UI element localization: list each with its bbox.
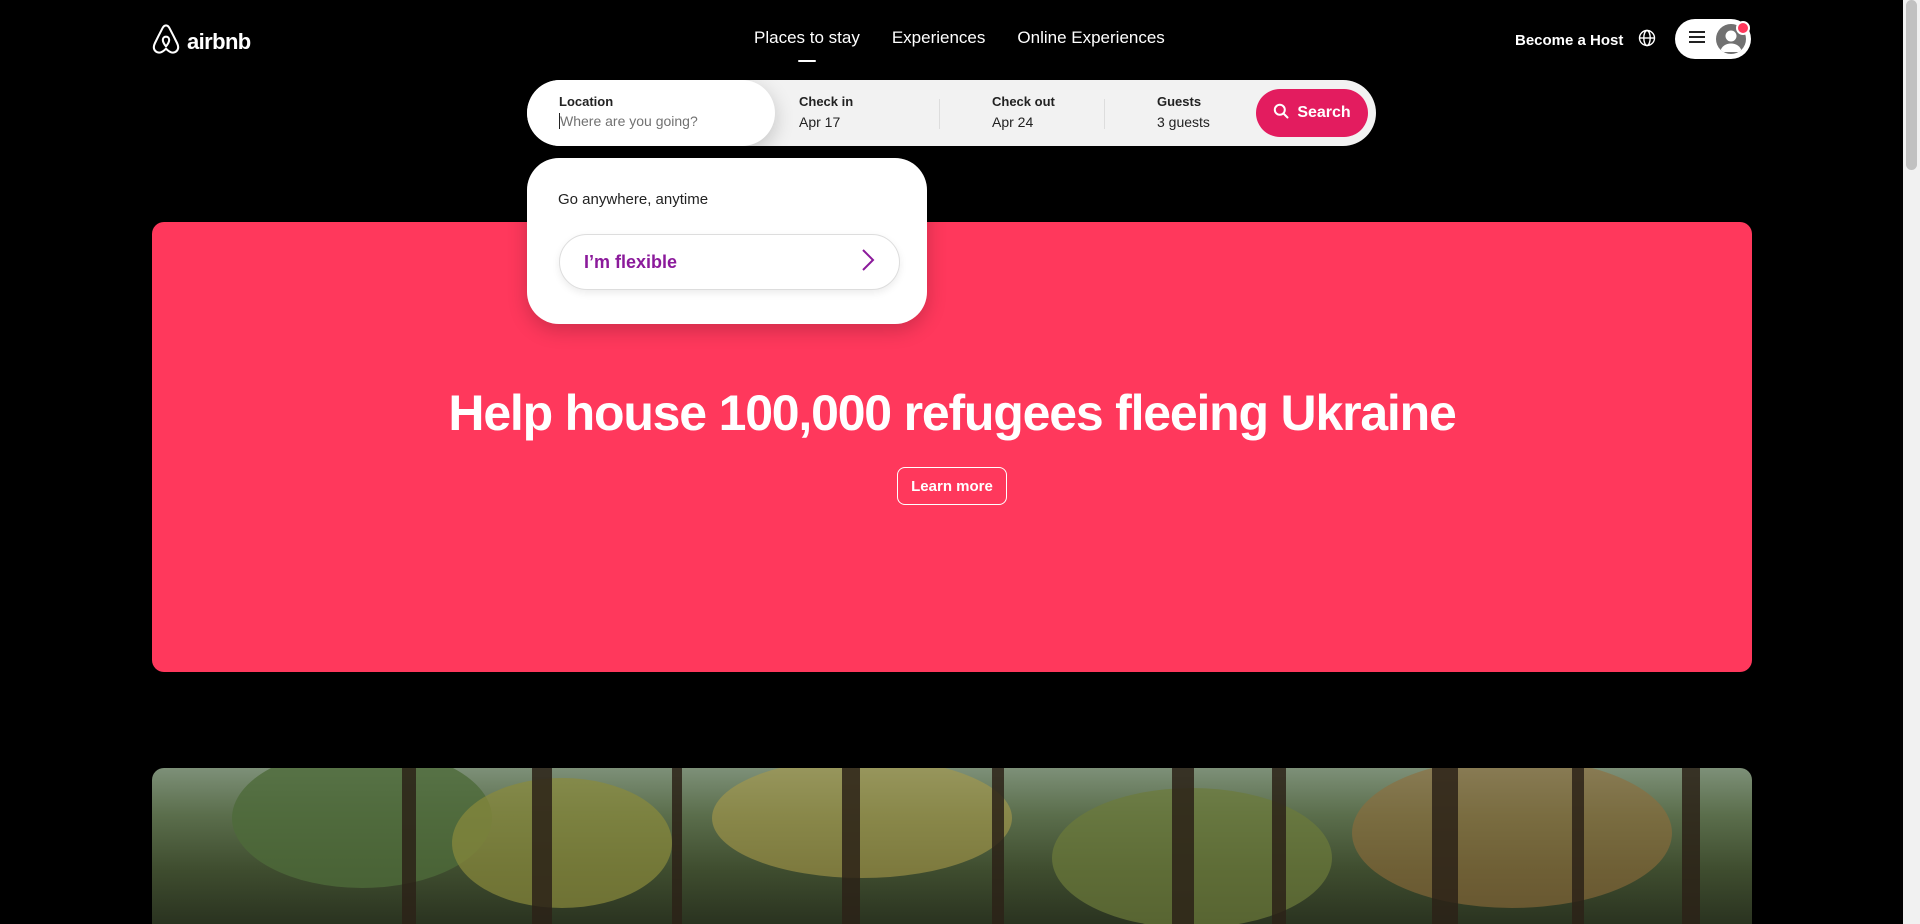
location-suggestions-panel: Go anywhere, anytime I’m flexible xyxy=(527,158,927,324)
chevron-right-icon xyxy=(861,248,875,277)
panel-heading: Go anywhere, anytime xyxy=(558,191,709,208)
search-button[interactable]: Search xyxy=(1256,89,1368,137)
page-scrollbar[interactable] xyxy=(1903,0,1920,924)
tab-experiences[interactable]: Experiences xyxy=(892,28,986,48)
airbnb-logo[interactable]: airbnb xyxy=(151,23,251,60)
brand-name: airbnb xyxy=(187,28,251,54)
guests-field[interactable]: Guests 3 guests xyxy=(1129,80,1269,146)
notification-badge xyxy=(1736,21,1750,35)
location-field[interactable]: Location xyxy=(527,80,775,146)
tab-online-experiences[interactable]: Online Experiences xyxy=(1017,28,1164,48)
become-a-host-link[interactable]: Become a Host xyxy=(1515,32,1623,49)
globe-icon[interactable] xyxy=(1638,29,1656,47)
banner-title: Help house 100,000 refugees fleeing Ukra… xyxy=(448,385,1456,441)
main-nav: Places to stay Experiences Online Experi… xyxy=(754,28,1165,62)
im-flexible-label: I’m flexible xyxy=(584,251,678,272)
location-label: Location xyxy=(559,94,614,109)
check-out-value: Apr 24 xyxy=(992,114,1034,130)
guests-value: 3 guests xyxy=(1157,114,1210,130)
guests-label: Guests xyxy=(1157,94,1202,109)
search-icon xyxy=(1273,103,1289,124)
hamburger-menu-icon xyxy=(1689,30,1705,49)
search-button-label: Search xyxy=(1297,104,1351,121)
divider xyxy=(939,99,940,129)
learn-more-button[interactable]: Learn more xyxy=(897,467,1007,505)
im-flexible-button[interactable]: I’m flexible xyxy=(559,234,900,290)
location-input[interactable] xyxy=(559,113,750,129)
forest-image xyxy=(152,768,1752,924)
airbnb-logo-icon xyxy=(151,23,181,60)
tab-places-to-stay[interactable]: Places to stay xyxy=(754,28,860,62)
check-out-label: Check out xyxy=(992,94,1055,109)
scrollbar-thumb[interactable] xyxy=(1906,0,1917,170)
search-bar: Location Check in Apr 17 Check out Apr 2… xyxy=(527,80,1376,146)
ukraine-banner: Help house 100,000 refugees fleeing Ukra… xyxy=(152,222,1752,672)
divider xyxy=(1104,99,1105,129)
